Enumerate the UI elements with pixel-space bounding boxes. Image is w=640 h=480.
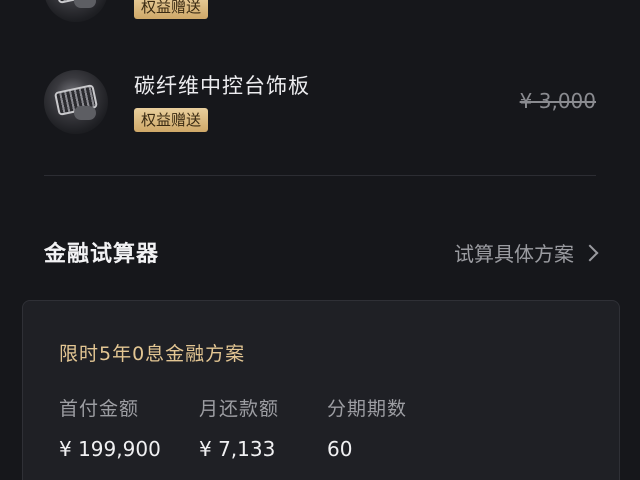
divider [44, 175, 596, 176]
calculate-plan-link[interactable]: 试算具体方案 [454, 238, 599, 267]
benefit-badge: 权益赠送 [134, 0, 209, 19]
accessory-image-detail [74, 106, 96, 120]
monthly-payment-value: ¥ 7,133 [199, 437, 276, 461]
item-thumbnail [44, 70, 108, 134]
item-name: 碳纤维中控台饰板 [134, 74, 310, 98]
installment-count-label: 分期期数 [327, 398, 408, 420]
installment-count-value: 60 [327, 437, 353, 461]
benefit-badge: 权益赠送 [134, 108, 209, 132]
calculate-plan-link-label: 试算具体方案 [454, 242, 574, 266]
accessory-image-detail [74, 0, 96, 8]
page: 权益赠送 碳纤维中控台饰板 权益赠送 ¥ 3,000 金融试算器 试算具体方案 … [0, 0, 640, 480]
down-payment-value: ¥ 199,900 [59, 437, 161, 461]
original-price: ¥ 3,000 [519, 89, 596, 113]
section-title: 金融试算器 [44, 242, 160, 267]
finance-plan-card[interactable]: 限时5年0息金融方案 首付金额 月还款额 分期期数 ¥ 199,900 ¥ 7,… [22, 300, 620, 480]
plan-title: 限时5年0息金融方案 [59, 343, 246, 365]
monthly-payment-label: 月还款额 [199, 398, 280, 420]
chevron-right-icon [581, 244, 599, 261]
down-payment-label: 首付金额 [59, 398, 140, 420]
item-thumbnail [44, 0, 108, 22]
